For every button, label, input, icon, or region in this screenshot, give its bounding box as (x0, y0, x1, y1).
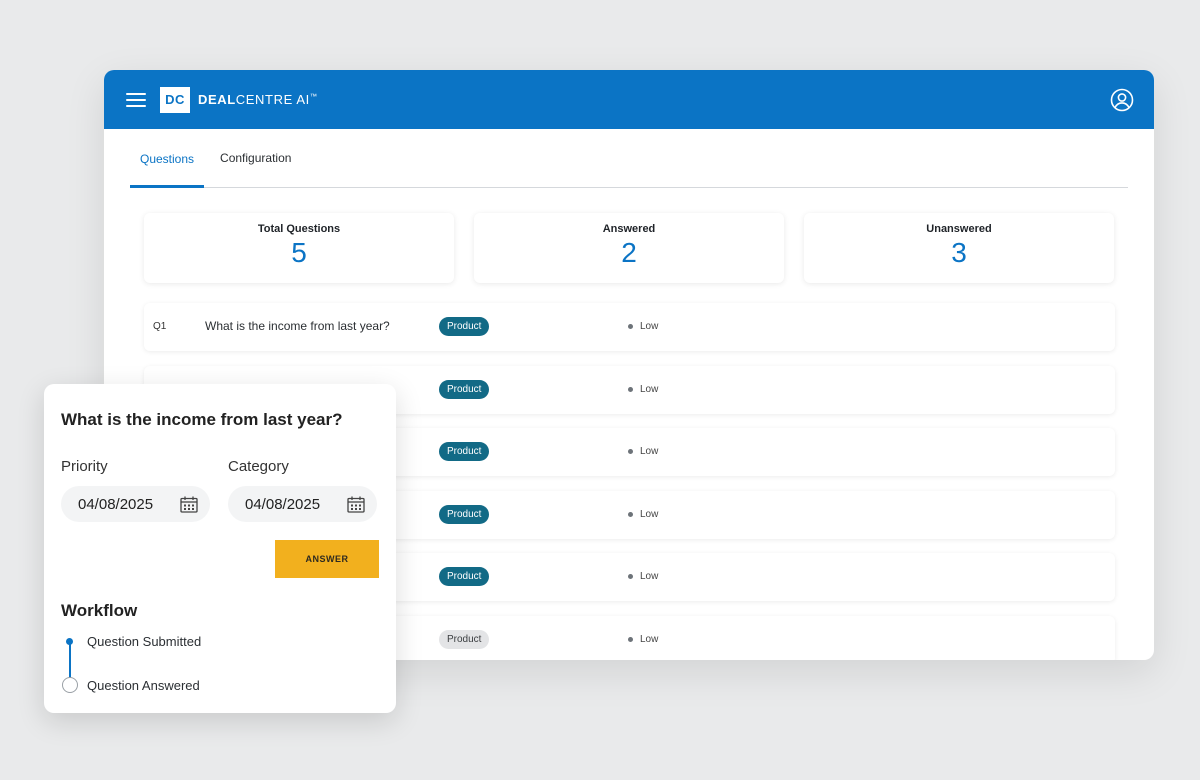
category-tag: Product (439, 629, 490, 649)
stat-value: 2 (621, 237, 637, 268)
category-date-value: 04/08/2025 (245, 495, 321, 513)
workflow-title: Workflow (61, 601, 138, 620)
category-date-input[interactable]: 04/08/2025 (228, 486, 377, 522)
workflow-step-answered: Question Answered (87, 678, 200, 693)
stat-label: Unanswered (926, 223, 992, 235)
priority-label: Low (640, 571, 659, 582)
priority-indicator: Low (628, 321, 658, 332)
tab-bar: Questions Configuration (130, 129, 1128, 188)
priority-date-value: 04/08/2025 (78, 495, 154, 513)
priority-dot-icon (628, 636, 633, 642)
answer-button[interactable]: ANSWER (275, 540, 379, 578)
tab-questions[interactable]: Questions (130, 129, 205, 188)
stat-value: 3 (951, 237, 967, 268)
stat-card-unanswered: Unanswered 3 (804, 213, 1114, 283)
workflow-step-pending-icon (62, 677, 78, 693)
question-row[interactable]: Q1 What is the income from last year? Pr… (144, 303, 1115, 351)
category-label: Category (228, 458, 289, 475)
priority-indicator: Low (628, 571, 658, 582)
top-bar: DC DEALCENTRE AI™ (104, 70, 1154, 129)
category-tag: Product (439, 442, 490, 461)
priority-date-input[interactable]: 04/08/2025 (61, 486, 210, 522)
category-tag: Product (439, 379, 490, 399)
detail-title: What is the income from last year? (61, 410, 343, 429)
priority-dot-icon (628, 386, 633, 392)
category-tag: Product (439, 567, 490, 586)
tab-configuration[interactable]: Configuration (210, 129, 301, 187)
category-tag: Product (439, 317, 490, 336)
priority-dot-icon (628, 324, 633, 329)
question-number: Q1 (153, 321, 167, 332)
stat-card-answered: Answered 2 (474, 213, 784, 283)
priority-indicator: Low (628, 446, 658, 457)
priority-dot-icon (628, 511, 633, 517)
stats-row: Total Questions 5 Answered 2 Unanswered … (144, 213, 1114, 283)
priority-dot-icon (628, 574, 633, 579)
priority-dot-icon (628, 449, 633, 454)
stat-value: 5 (291, 237, 307, 268)
question-detail-panel: What is the income from last year? Prior… (44, 384, 396, 713)
stat-card-total: Total Questions 5 (144, 213, 454, 283)
workflow-step-submitted: Question Submitted (87, 634, 202, 649)
priority-indicator: Low (628, 634, 658, 645)
priority-indicator: Low (628, 384, 658, 395)
calendar-icon[interactable] (347, 496, 365, 513)
priority-label: Low (640, 633, 659, 645)
priority-indicator: Low (628, 509, 658, 520)
brand-name: DEALCENTRE AI™ (198, 92, 317, 107)
logo: DC (160, 86, 190, 113)
calendar-icon[interactable] (180, 496, 198, 513)
priority-label: Low (640, 446, 659, 457)
brand-name-rest: CENTRE AI (235, 92, 310, 107)
workflow-step-done-icon (66, 638, 73, 645)
stat-label: Answered (602, 223, 656, 235)
priority-label: Priority (61, 458, 108, 475)
question-text: What is the income from last year? (205, 319, 390, 333)
priority-label: Low (640, 383, 659, 395)
brand-trademark: ™ (309, 93, 318, 101)
user-profile-icon[interactable] (1110, 88, 1134, 112)
category-tag: Product (439, 504, 490, 524)
priority-label: Low (640, 508, 659, 520)
stat-label: Total Questions (257, 223, 341, 235)
priority-label: Low (640, 321, 659, 332)
menu-icon[interactable] (126, 92, 146, 107)
brand-name-bold: DEAL (198, 92, 236, 107)
